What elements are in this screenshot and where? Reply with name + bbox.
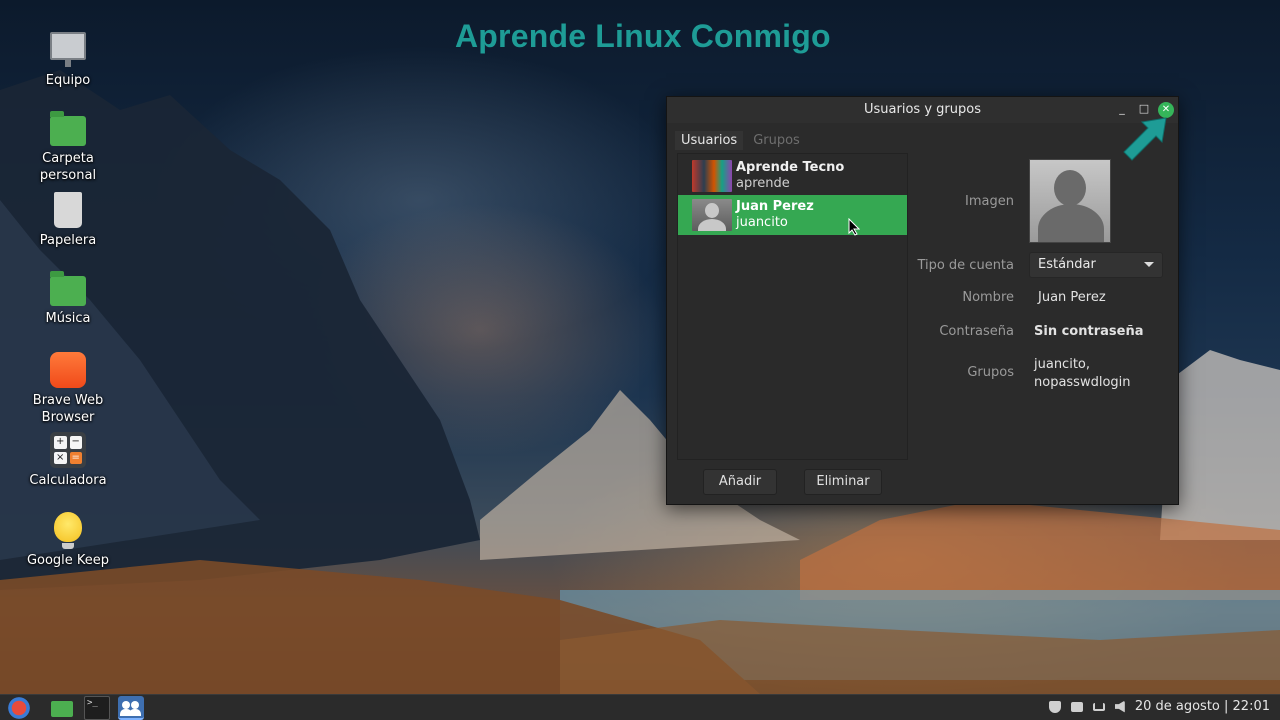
groups-label: Grupos [967, 365, 1014, 380]
desktop-icon-papelera[interactable]: Papelera [18, 192, 118, 249]
desktop-icon-label: Papelera [39, 233, 97, 248]
groups-value[interactable]: juancito, nopasswdlogin [1034, 356, 1131, 392]
desktop-icon-musica[interactable]: Música [18, 271, 118, 327]
tab-usuarios[interactable]: Usuarios [675, 131, 744, 150]
mouse-cursor-icon [848, 218, 860, 236]
users-groups-icon[interactable] [118, 696, 144, 720]
user-list: Aprende Tecno aprende Juan Perez juancit… [677, 153, 908, 460]
shield-icon[interactable] [1048, 700, 1061, 713]
user-fullname: Aprende Tecno [736, 160, 845, 175]
remove-user-button[interactable]: Eliminar [804, 469, 882, 495]
brave-icon [50, 352, 86, 388]
user-username: juancito [736, 215, 788, 230]
music-folder-icon [50, 271, 86, 306]
files-icon[interactable] [48, 696, 74, 720]
desktop-icon-label: Google Keep [26, 553, 110, 568]
desktop-icon-label: Equipo [45, 73, 91, 88]
desktop-icon-equipo[interactable]: Equipo [18, 32, 118, 89]
account-type-value: Estándar [1038, 257, 1096, 272]
user-avatar [692, 160, 732, 192]
add-user-button[interactable]: Añadir [703, 469, 777, 495]
tab-grupos[interactable]: Grupos [747, 131, 806, 150]
users-groups-window: Usuarios y grupos _ □ ✕ Usuarios Grupos … [666, 96, 1179, 505]
image-label: Imagen [965, 194, 1014, 209]
desktop-title: Aprende Linux Conmigo [455, 18, 831, 54]
chevron-down-icon [1144, 262, 1154, 267]
system-tray: 20 de agosto | 22:01 [1048, 699, 1270, 714]
desktop-icon-brave[interactable]: Brave Web Browser [18, 352, 118, 426]
password-label: Contraseña [939, 324, 1014, 339]
desktop-icon-label: Calculadora [29, 473, 107, 488]
menu-icon[interactable] [6, 696, 32, 720]
home-folder-icon [50, 111, 86, 146]
password-value[interactable]: Sin contraseña [1034, 324, 1143, 339]
calculator-icon: + − × = [50, 432, 86, 468]
network-icon[interactable] [1092, 702, 1105, 711]
arrow-up-right-icon [1123, 117, 1167, 161]
name-label: Nombre [962, 290, 1014, 305]
desktop-icon-label: Carpeta personal [39, 151, 97, 183]
trash-icon [54, 192, 82, 228]
user-username: aprende [736, 176, 790, 191]
account-type-label: Tipo de cuenta [917, 258, 1014, 273]
user-image-button[interactable] [1029, 159, 1111, 243]
desktop-icon-calculadora[interactable]: + − × = Calculadora [18, 432, 118, 489]
groups-value-line: juancito, [1034, 357, 1090, 372]
desktop-icon-label: Música [45, 311, 91, 326]
user-row-aprende[interactable]: Aprende Tecno aprende [678, 156, 907, 196]
printer-icon[interactable] [1070, 701, 1083, 712]
user-avatar [692, 199, 732, 231]
name-value[interactable]: Juan Perez [1038, 290, 1106, 305]
window-titlebar[interactable]: Usuarios y grupos _ □ ✕ [667, 97, 1178, 123]
taskbar: >_ 20 de agosto | 22:01 [0, 694, 1280, 720]
desktop-icon-label: Brave Web Browser [32, 393, 104, 425]
tab-bar: Usuarios Grupos [675, 131, 810, 150]
terminal-icon[interactable]: >_ [84, 696, 110, 720]
user-row-juancito[interactable]: Juan Perez juancito [678, 195, 907, 236]
clock[interactable]: 20 de agosto | 22:01 [1135, 699, 1270, 714]
account-type-select[interactable]: Estándar [1029, 252, 1163, 278]
computer-icon [50, 32, 86, 67]
groups-value-line: nopasswdlogin [1034, 375, 1131, 390]
lightbulb-icon [54, 512, 82, 549]
desktop-icon-carpeta-personal[interactable]: Carpeta personal [18, 111, 118, 184]
desktop-icon-google-keep[interactable]: Google Keep [18, 512, 118, 569]
window-title: Usuarios y grupos [864, 102, 981, 117]
user-fullname: Juan Perez [736, 199, 814, 214]
volume-icon[interactable] [1114, 700, 1125, 713]
